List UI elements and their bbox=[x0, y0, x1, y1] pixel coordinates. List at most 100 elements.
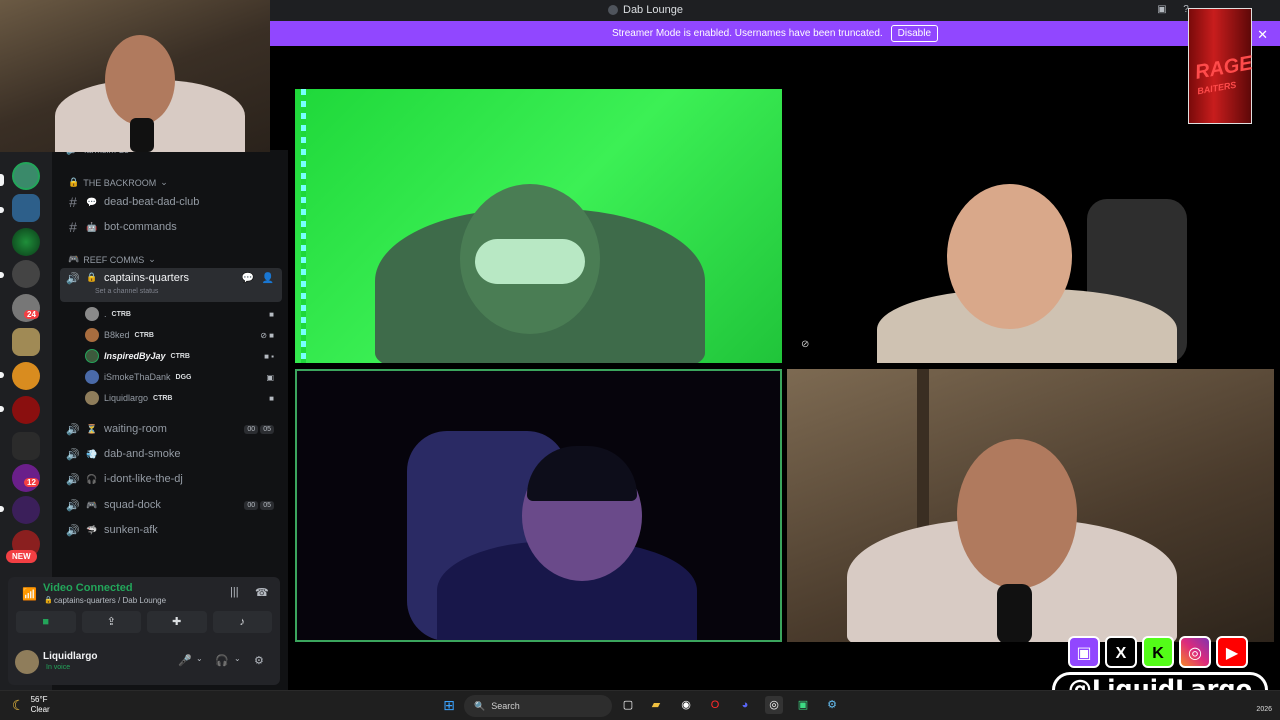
speaker-icon: 🔊 bbox=[66, 473, 80, 486]
chevron-down-icon: ⌄ bbox=[148, 254, 156, 264]
voice-connection-panel: 📶 Video Connected 🔒 captains-quarters / … bbox=[8, 577, 280, 639]
server-icon[interactable] bbox=[12, 328, 40, 356]
server-indicator bbox=[0, 506, 4, 512]
voice-channel-captains-quarters[interactable]: 🔊 🔒 captains-quarters 💬 👤 Set a channel … bbox=[60, 268, 282, 302]
social-links: ▣ X K ◎ ▶ bbox=[1068, 636, 1248, 668]
voice-channel-i-dont-like-the-dj[interactable]: 🔊 🎧 i-dont-like-the-dj bbox=[60, 468, 282, 490]
server-icon[interactable] bbox=[12, 162, 40, 190]
search-icon: 🔍 bbox=[474, 700, 486, 711]
led-strip bbox=[301, 89, 306, 363]
instagram-icon: ◎ bbox=[1179, 636, 1211, 668]
soundboard-button[interactable]: ♪ bbox=[212, 611, 272, 633]
participant-head bbox=[947, 184, 1072, 329]
youtube-icon: ▶ bbox=[1216, 636, 1248, 668]
channel-emoji: 💨 bbox=[86, 448, 98, 459]
windows-start-icon[interactable]: ⊞ bbox=[440, 696, 458, 714]
lock-icon: 🔒 bbox=[86, 272, 98, 282]
discord-taskbar-icon[interactable]: ◕ bbox=[736, 696, 754, 714]
channel-emoji: 🤖 bbox=[86, 221, 98, 232]
channel-status-hint[interactable]: Set a channel status bbox=[95, 288, 158, 295]
camera-button[interactable]: ■ bbox=[16, 611, 76, 633]
voice-user[interactable]: B8ked CTRB ⊘ ■ bbox=[85, 326, 280, 344]
discord-icon bbox=[608, 5, 618, 15]
category-reef-comms[interactable]: 🎮 REEF COMMS ⌄ bbox=[68, 254, 156, 265]
avatar bbox=[85, 307, 99, 321]
user-status: In voice bbox=[46, 664, 71, 671]
server-icon[interactable] bbox=[12, 396, 40, 424]
close-banner-icon[interactable]: ✕ bbox=[1257, 27, 1268, 43]
chevron-down-icon[interactable]: ⌄ bbox=[196, 654, 203, 663]
voice-channel-squad-dock[interactable]: 🔊 🎮 squad-dock 00 05 bbox=[60, 494, 282, 516]
user-name: Liquidlargo bbox=[43, 651, 98, 662]
speaker-icon: 🔊 bbox=[66, 273, 80, 285]
voice-user[interactable]: Liquidlargo CTRB ■ bbox=[85, 389, 280, 407]
screen-share-button[interactable]: ⇪ bbox=[81, 611, 141, 633]
role-tag: CTRB bbox=[134, 331, 154, 339]
text-channel-dead-beat-dad-club[interactable]: # 💬 dead-beat-dad-club bbox=[60, 191, 282, 213]
opera-icon[interactable]: O bbox=[706, 696, 724, 714]
disable-streamer-mode-button[interactable]: Disable bbox=[890, 25, 939, 42]
video-icon: ■ bbox=[269, 393, 274, 403]
inbox-icon[interactable]: ▣ bbox=[1156, 4, 1168, 16]
voice-channel-dab-and-smoke[interactable]: 🔊 💨 dab-and-smoke bbox=[60, 443, 282, 465]
microphone bbox=[997, 584, 1032, 642]
server-icon[interactable] bbox=[12, 432, 40, 460]
role-tag: CTRB bbox=[170, 352, 190, 360]
user-panel: Liquidlargo In voice 🎤 ⌄ 🎧 ⌄ ⚙ bbox=[8, 639, 280, 685]
settings-gear-icon[interactable]: ⚙ bbox=[254, 654, 264, 667]
lock-icon: 🔒 bbox=[68, 177, 80, 187]
server-icon[interactable] bbox=[12, 362, 40, 390]
noise-suppression-icon[interactable]: ||| bbox=[230, 586, 239, 598]
channel-emoji: 🎧 bbox=[86, 473, 98, 484]
voice-user[interactable]: . CTRB ■ bbox=[85, 305, 280, 323]
speaker-icon: 🔊 bbox=[66, 423, 80, 436]
server-icon[interactable] bbox=[12, 194, 40, 222]
chat-icon[interactable]: 💬 bbox=[242, 273, 254, 284]
voice-location[interactable]: captains-quarters / Dab Lounge bbox=[54, 596, 166, 605]
video-icon: ■ bbox=[269, 309, 274, 319]
app-icon[interactable]: ▣ bbox=[794, 696, 812, 714]
obs-icon[interactable]: ◉ bbox=[677, 696, 695, 714]
invite-user-icon[interactable]: 👤 bbox=[262, 273, 274, 284]
taskbar-clock: 2026 bbox=[1256, 706, 1272, 713]
activities-button[interactable]: ✚ bbox=[147, 611, 207, 633]
category-the-backroom[interactable]: 🔒 THE BACKROOM ⌄ bbox=[68, 177, 168, 188]
channel-emoji: 🦈 bbox=[86, 524, 98, 535]
server-icon[interactable] bbox=[12, 496, 40, 524]
disconnect-icon[interactable]: ☎ bbox=[255, 586, 269, 599]
lock-icon: 🔒 bbox=[44, 597, 53, 604]
voice-user[interactable]: InspiredByJay CTRB ■ ▪ bbox=[85, 347, 280, 365]
file-explorer-icon[interactable]: ▰ bbox=[647, 696, 665, 714]
chrome-icon[interactable]: ◎ bbox=[765, 696, 783, 714]
chevron-down-icon: ⌄ bbox=[160, 177, 168, 187]
headphones-icon[interactable]: 🎧 bbox=[215, 654, 229, 667]
voice-user[interactable]: iSmokeThaDank DGG ▣ bbox=[85, 368, 280, 386]
taskbar-search[interactable]: 🔍 Search bbox=[464, 695, 612, 717]
webcam-overlay bbox=[0, 0, 270, 152]
kick-icon: K bbox=[1142, 636, 1174, 668]
weather-widget[interactable]: ☾ 56°F Clear bbox=[12, 695, 50, 715]
streamer-head bbox=[105, 35, 175, 125]
voice-channel-waiting-room[interactable]: 🔊 ⏳ waiting-room 00 05 bbox=[60, 418, 282, 440]
video-tile-speaking[interactable] bbox=[295, 369, 782, 642]
window-titlebar: Dab Lounge ▣ ? bbox=[270, 0, 1280, 21]
microphone-icon[interactable]: 🎤 bbox=[178, 654, 192, 667]
server-icon[interactable] bbox=[12, 228, 40, 256]
avatar[interactable] bbox=[15, 650, 39, 674]
video-tile[interactable] bbox=[295, 89, 782, 363]
new-messages-pill[interactable]: NEW bbox=[6, 550, 37, 563]
streamer-mode-text: Streamer Mode is enabled. Usernames have… bbox=[611, 28, 883, 39]
text-channel-bot-commands[interactable]: # 🤖 bot-commands bbox=[60, 216, 282, 238]
steam-icon[interactable]: ⚙ bbox=[823, 696, 841, 714]
mention-badge: 24 bbox=[24, 310, 39, 319]
video-tile[interactable]: ⊘ bbox=[787, 89, 1274, 363]
server-icon[interactable] bbox=[12, 260, 40, 288]
mention-badge: 12 bbox=[24, 478, 39, 487]
x-icon: X bbox=[1105, 636, 1137, 668]
video-tile[interactable] bbox=[787, 369, 1274, 642]
voice-status[interactable]: Video Connected bbox=[43, 582, 133, 594]
voice-channel-sunken-afk[interactable]: 🔊 🦈 sunken-afk bbox=[60, 519, 282, 541]
chevron-down-icon[interactable]: ⌄ bbox=[234, 654, 241, 663]
muted-deafened-icon: ⊘ ■ bbox=[260, 330, 274, 340]
task-view-icon[interactable]: ▢ bbox=[619, 696, 637, 714]
